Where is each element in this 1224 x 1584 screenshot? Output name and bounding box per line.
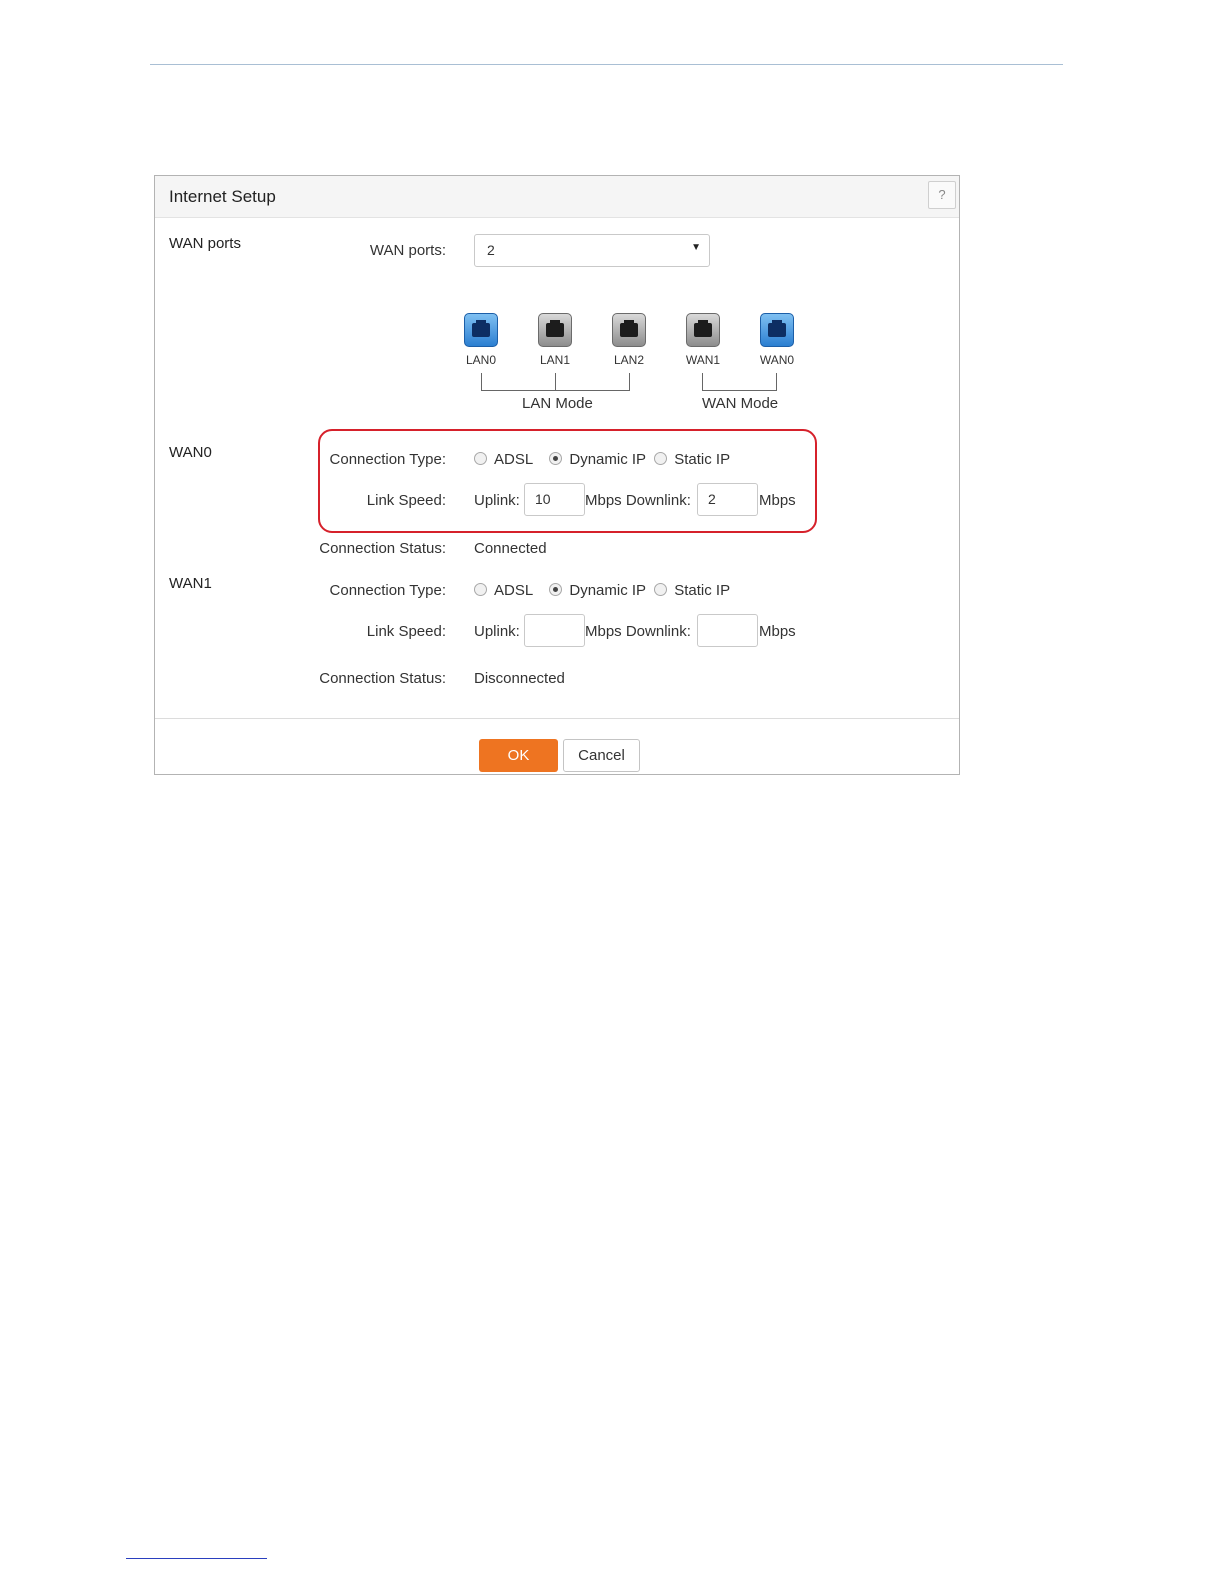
- panel-title: Internet Setup: [169, 187, 276, 206]
- wan1-section-label: WAN1: [169, 575, 212, 592]
- ethernet-port-icon: [538, 313, 572, 347]
- radio-button-icon: [654, 451, 668, 465]
- lan-bracket: [481, 373, 482, 391]
- port-wan0: WAN0: [752, 313, 802, 367]
- wan1-radio-dynamic-ip[interactable]: Dynamic IP: [549, 582, 646, 599]
- radio-label: Dynamic IP: [569, 451, 647, 468]
- wan0-connection-status-label: Connection Status:: [319, 540, 446, 557]
- wan-mode-label: WAN Mode: [702, 395, 779, 412]
- wan1-connection-type-label: Connection Type:: [329, 582, 446, 599]
- wan0-radio-dynamic-ip[interactable]: Dynamic IP: [549, 451, 646, 468]
- wan1-uplink-input[interactable]: [524, 614, 585, 647]
- cancel-button[interactable]: Cancel: [563, 739, 640, 772]
- ethernet-port-icon: [612, 313, 646, 347]
- radio-label: Static IP: [674, 451, 731, 468]
- radio-label: ADSL: [494, 582, 534, 599]
- wan1-radio-static-ip[interactable]: Static IP: [654, 582, 730, 599]
- radio-label: Dynamic IP: [569, 582, 647, 599]
- help-button[interactable]: ?: [928, 181, 956, 209]
- panel-header: Internet Setup ?: [155, 176, 959, 218]
- ethernet-port-icon: [464, 313, 498, 347]
- lan-mode-label: LAN Mode: [522, 395, 593, 412]
- port-lan2: LAN2: [604, 313, 654, 367]
- port-lan0: LAN0: [456, 313, 506, 367]
- wan0-radio-static-ip[interactable]: Static IP: [654, 451, 730, 468]
- wan0-mbps-label: Mbps: [759, 492, 796, 509]
- radio-button-icon: [474, 451, 487, 465]
- wan0-uplink-input[interactable]: 10: [524, 483, 585, 516]
- wan1-link-speed-label: Link Speed:: [366, 623, 446, 640]
- radio-label: ADSL: [494, 451, 534, 468]
- wan1-mbps-downlink-label: Mbps Downlink:: [585, 623, 691, 640]
- port-wan1: WAN1: [678, 313, 728, 367]
- port-label: WAN0: [759, 353, 795, 367]
- radio-button-icon: [549, 582, 563, 596]
- wan1-connection-status-value: Disconnected: [474, 670, 565, 687]
- wan0-highlight-box: [318, 429, 817, 533]
- port-lan1: LAN1: [530, 313, 580, 367]
- wan0-section-label: WAN0: [169, 444, 212, 461]
- lan-bracket: [629, 373, 630, 391]
- radio-button-icon: [654, 582, 668, 596]
- wan-ports-field-label: WAN ports:: [369, 242, 446, 259]
- wan1-connection-status-label: Connection Status:: [319, 670, 446, 687]
- footer-divider: [155, 718, 959, 719]
- wan-bracket: [702, 390, 777, 391]
- radio-button-icon: [549, 451, 563, 465]
- wan-ports-selected-value: 2: [487, 242, 495, 258]
- wan0-uplink-label: Uplink:: [474, 492, 520, 509]
- port-label: LAN0: [465, 353, 497, 367]
- port-label: LAN1: [539, 353, 571, 367]
- wan-ports-section-label: WAN ports: [169, 235, 241, 252]
- port-label: WAN1: [685, 353, 721, 367]
- wan1-radio-adsl[interactable]: ADSL: [474, 582, 533, 599]
- wan1-mbps-label: Mbps: [759, 623, 796, 640]
- wan0-connection-type-label: Connection Type:: [329, 451, 446, 468]
- wan1-uplink-label: Uplink:: [474, 623, 520, 640]
- radio-label: Static IP: [674, 582, 731, 599]
- footer-link-underline: [126, 1558, 267, 1559]
- wan-bracket: [702, 373, 703, 391]
- wan0-connection-type-radio-group: ADSL Dynamic IP Static IP: [474, 451, 730, 468]
- wan0-mbps-downlink-label: Mbps Downlink:: [585, 492, 691, 509]
- wan1-connection-type-radio-group: ADSL Dynamic IP Static IP: [474, 582, 730, 599]
- port-label: LAN2: [613, 353, 645, 367]
- chevron-down-icon: ▼: [691, 242, 701, 253]
- radio-button-icon: [474, 582, 487, 596]
- lan-bracket: [481, 390, 630, 391]
- wan0-connection-status-value: Connected: [474, 540, 547, 557]
- lan-bracket: [555, 373, 556, 391]
- wan0-downlink-input[interactable]: 2: [697, 483, 758, 516]
- wan-bracket: [776, 373, 777, 391]
- wan0-radio-adsl[interactable]: ADSL: [474, 451, 533, 468]
- internet-setup-panel: Internet Setup ? WAN ports WAN ports: 2 …: [154, 175, 960, 775]
- ethernet-port-icon: [760, 313, 794, 347]
- ethernet-port-icon: [686, 313, 720, 347]
- ok-button[interactable]: OK: [479, 739, 558, 772]
- header-divider: [150, 64, 1063, 65]
- wan1-downlink-input[interactable]: [697, 614, 758, 647]
- wan0-link-speed-label: Link Speed:: [366, 492, 446, 509]
- wan-ports-select[interactable]: 2 ▼: [474, 234, 710, 267]
